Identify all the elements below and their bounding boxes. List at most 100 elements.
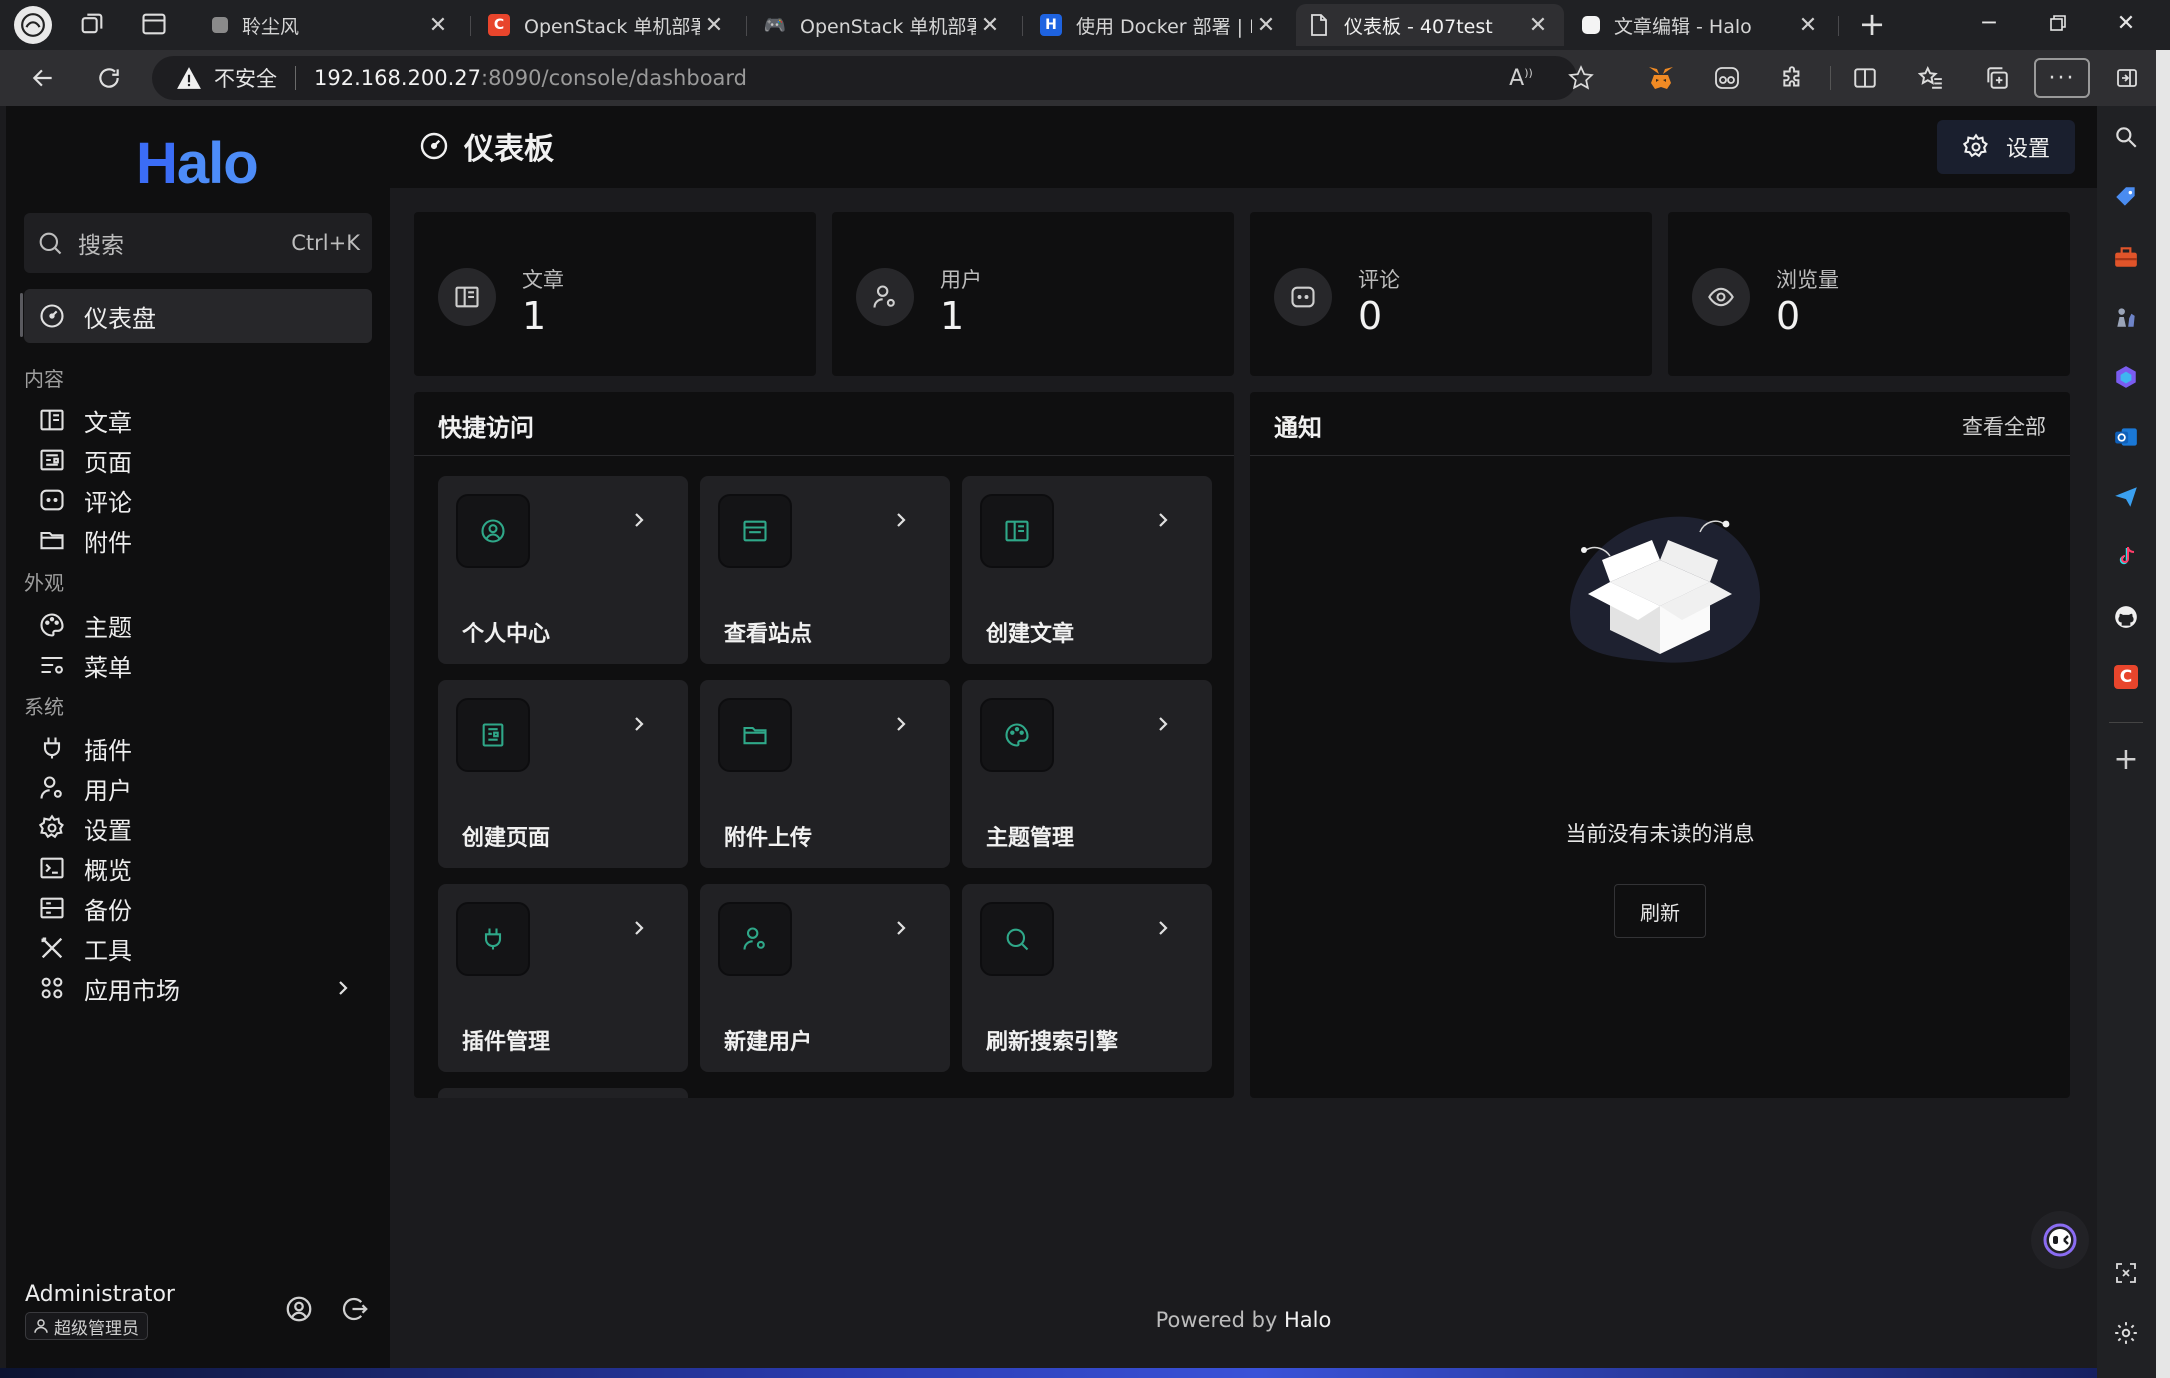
back-icon[interactable] (22, 58, 64, 98)
tab-close-icon[interactable]: ✕ (1252, 13, 1280, 38)
page-icon (1308, 14, 1330, 36)
page-icon (40, 449, 64, 471)
collections-icon[interactable] (1978, 60, 2016, 96)
quick-access-new-page[interactable]: 创建页面 (438, 680, 688, 868)
tab-close-icon[interactable]: ✕ (700, 13, 728, 38)
user-gear-icon (40, 776, 62, 799)
dashboard-settings-button[interactable]: 设置 (1937, 120, 2075, 174)
address-bar: 不安全 192.168.200.27:8090/console/dashboar… (0, 50, 2170, 106)
favorite-star-icon[interactable] (1562, 60, 1600, 96)
halo-logo[interactable]: Halo (136, 130, 259, 197)
stat-card-views[interactable]: 浏览量 0 (1668, 212, 2070, 376)
search-icon[interactable] (2111, 122, 2141, 152)
quick-access-new-post[interactable]: 创建文章 (962, 476, 1212, 664)
workspaces-icon[interactable] (78, 10, 108, 40)
comment-icon (40, 489, 64, 511)
quick-access-themes[interactable]: 主题管理 (962, 680, 1212, 868)
profile-avatar-icon[interactable] (14, 6, 52, 44)
tab-close-icon[interactable]: ✕ (424, 13, 452, 38)
tab-1[interactable]: C OpenStack 单机部署 - ✕ (476, 4, 740, 46)
panel-header: 快捷访问 (414, 392, 1234, 456)
view-all-link[interactable]: 查看全部 (1962, 411, 2046, 441)
halo-brand-link[interactable]: Halo (1284, 1308, 1331, 1332)
sidebar-item-menus[interactable]: 菜单 (24, 638, 372, 692)
vertical-tabs-icon[interactable] (140, 10, 170, 40)
page-icon (456, 698, 530, 772)
read-aloud-icon[interactable]: A)) (1502, 60, 1540, 96)
nav-group-appearance: 外观 (24, 571, 64, 595)
more-options-icon[interactable]: ··· (2034, 58, 2090, 98)
quick-access-view-site[interactable]: 查看站点 (700, 476, 950, 664)
send-icon[interactable] (2111, 482, 2141, 512)
tab-close-icon[interactable]: ✕ (1794, 13, 1822, 38)
add-sidebar-app-icon[interactable]: + (2111, 742, 2141, 777)
white-square-icon (1582, 16, 1600, 34)
sidebar-item-dashboard[interactable]: 仪表盘 (24, 289, 372, 343)
tab-close-icon[interactable]: ✕ (1524, 13, 1552, 38)
stat-value: 1 (522, 294, 547, 338)
new-tab-icon[interactable]: + (1852, 6, 1892, 46)
refresh-button[interactable]: 刷新 (1614, 884, 1706, 938)
shopping-tag-icon[interactable] (2111, 182, 2141, 212)
sidebar-item-attachments[interactable]: 附件 (24, 513, 372, 567)
gear-icon (38, 814, 64, 839)
quick-access-profile[interactable]: 个人中心 (438, 476, 688, 664)
chevron-right-icon (632, 510, 646, 530)
user-gear-icon (718, 902, 792, 976)
ghost-mask-icon[interactable] (1708, 60, 1746, 96)
quick-access-new-user[interactable]: 新建用户 (700, 884, 950, 1072)
desktop-edge (2156, 50, 2170, 1378)
tab-3[interactable]: H 使用 Docker 部署 | Ha ✕ (1028, 4, 1292, 46)
sidebar-toggle-icon[interactable] (2108, 60, 2146, 96)
quick-access-plugins[interactable]: 插件管理 (438, 884, 688, 1072)
quick-access-upload[interactable]: 附件上传 (700, 680, 950, 868)
quick-access-refresh-search[interactable]: 刷新搜索引擎 (962, 884, 1212, 1072)
github-icon[interactable] (2111, 602, 2141, 632)
chevron-right-icon (894, 714, 908, 734)
screenshot-icon[interactable] (2111, 1258, 2141, 1288)
stat-card-comments[interactable]: 评论 0 (1250, 212, 1652, 376)
quick-access-more[interactable] (438, 1088, 688, 1098)
security-label[interactable]: 不安全 (214, 63, 277, 93)
minimize-icon[interactable]: ─ (1955, 0, 2023, 46)
url-field[interactable]: 不安全 192.168.200.27:8090/console/dashboar… (152, 56, 1577, 100)
tab-0[interactable]: 聆尘风 ✕ (200, 4, 464, 46)
reload-icon[interactable] (88, 58, 130, 98)
split-screen-icon[interactable] (1846, 60, 1884, 96)
nav-group-content: 内容 (24, 367, 64, 391)
tiktok-icon[interactable] (2111, 542, 2141, 572)
quick-access-panel: 快捷访问 个人中心 查看站点 创建文章 创建页面 附件上传 主题管理 插件管理 … (414, 392, 1234, 1098)
chess-icon[interactable] (2111, 302, 2141, 332)
chevron-right-icon (1156, 918, 1170, 938)
copilot-icon[interactable] (2111, 362, 2141, 392)
toolbox-icon[interactable] (2111, 242, 2141, 272)
sidebar-item-app-market[interactable]: 应用市场 (24, 961, 372, 1015)
tab-4-active[interactable]: 仪表板 - 407test ✕ (1296, 4, 1564, 46)
halo-console-page: Halo 搜索 Ctrl+K 仪表盘 内容 文章 页面 评论 附件 外观 主题 … (6, 106, 2097, 1368)
restore-icon[interactable] (2024, 0, 2092, 46)
search-shortcut: Ctrl+K (291, 231, 360, 255)
search-input[interactable]: 搜索 Ctrl+K (24, 213, 372, 273)
stat-card-posts[interactable]: 文章 1 (414, 212, 816, 376)
user-gear-icon (856, 268, 914, 326)
browser-side-panel: C + (2097, 106, 2156, 1378)
tab-2[interactable]: 🎮 OpenStack 单机部署 - ✕ (752, 4, 1016, 46)
stat-card-users[interactable]: 用户 1 (832, 212, 1234, 376)
panel-title: 通知 (1274, 414, 1322, 442)
csdn-c-icon[interactable]: C (2111, 662, 2141, 692)
assistant-bot-button[interactable] (2031, 1211, 2089, 1269)
profile-icon[interactable] (284, 1294, 314, 1324)
extensions-puzzle-icon[interactable] (1774, 60, 1812, 96)
role-badge: 超级管理员 (25, 1312, 148, 1340)
outlook-icon[interactable] (2111, 422, 2141, 452)
apps-grid-icon (41, 977, 63, 999)
tab-5[interactable]: 文章编辑 - Halo ✕ (1570, 4, 1834, 46)
folder-icon (40, 531, 64, 550)
browser-settings-icon[interactable] (2111, 1318, 2141, 1348)
browser-tab-bar: 聆尘风 ✕ C OpenStack 单机部署 - ✕ 🎮 OpenStack 单… (0, 0, 2170, 50)
logout-icon[interactable] (340, 1294, 370, 1324)
tab-close-icon[interactable]: ✕ (976, 13, 1004, 38)
metamask-fox-icon[interactable] (1642, 60, 1680, 96)
favorites-list-icon[interactable] (1912, 60, 1950, 96)
close-window-icon[interactable]: ✕ (2092, 0, 2160, 46)
